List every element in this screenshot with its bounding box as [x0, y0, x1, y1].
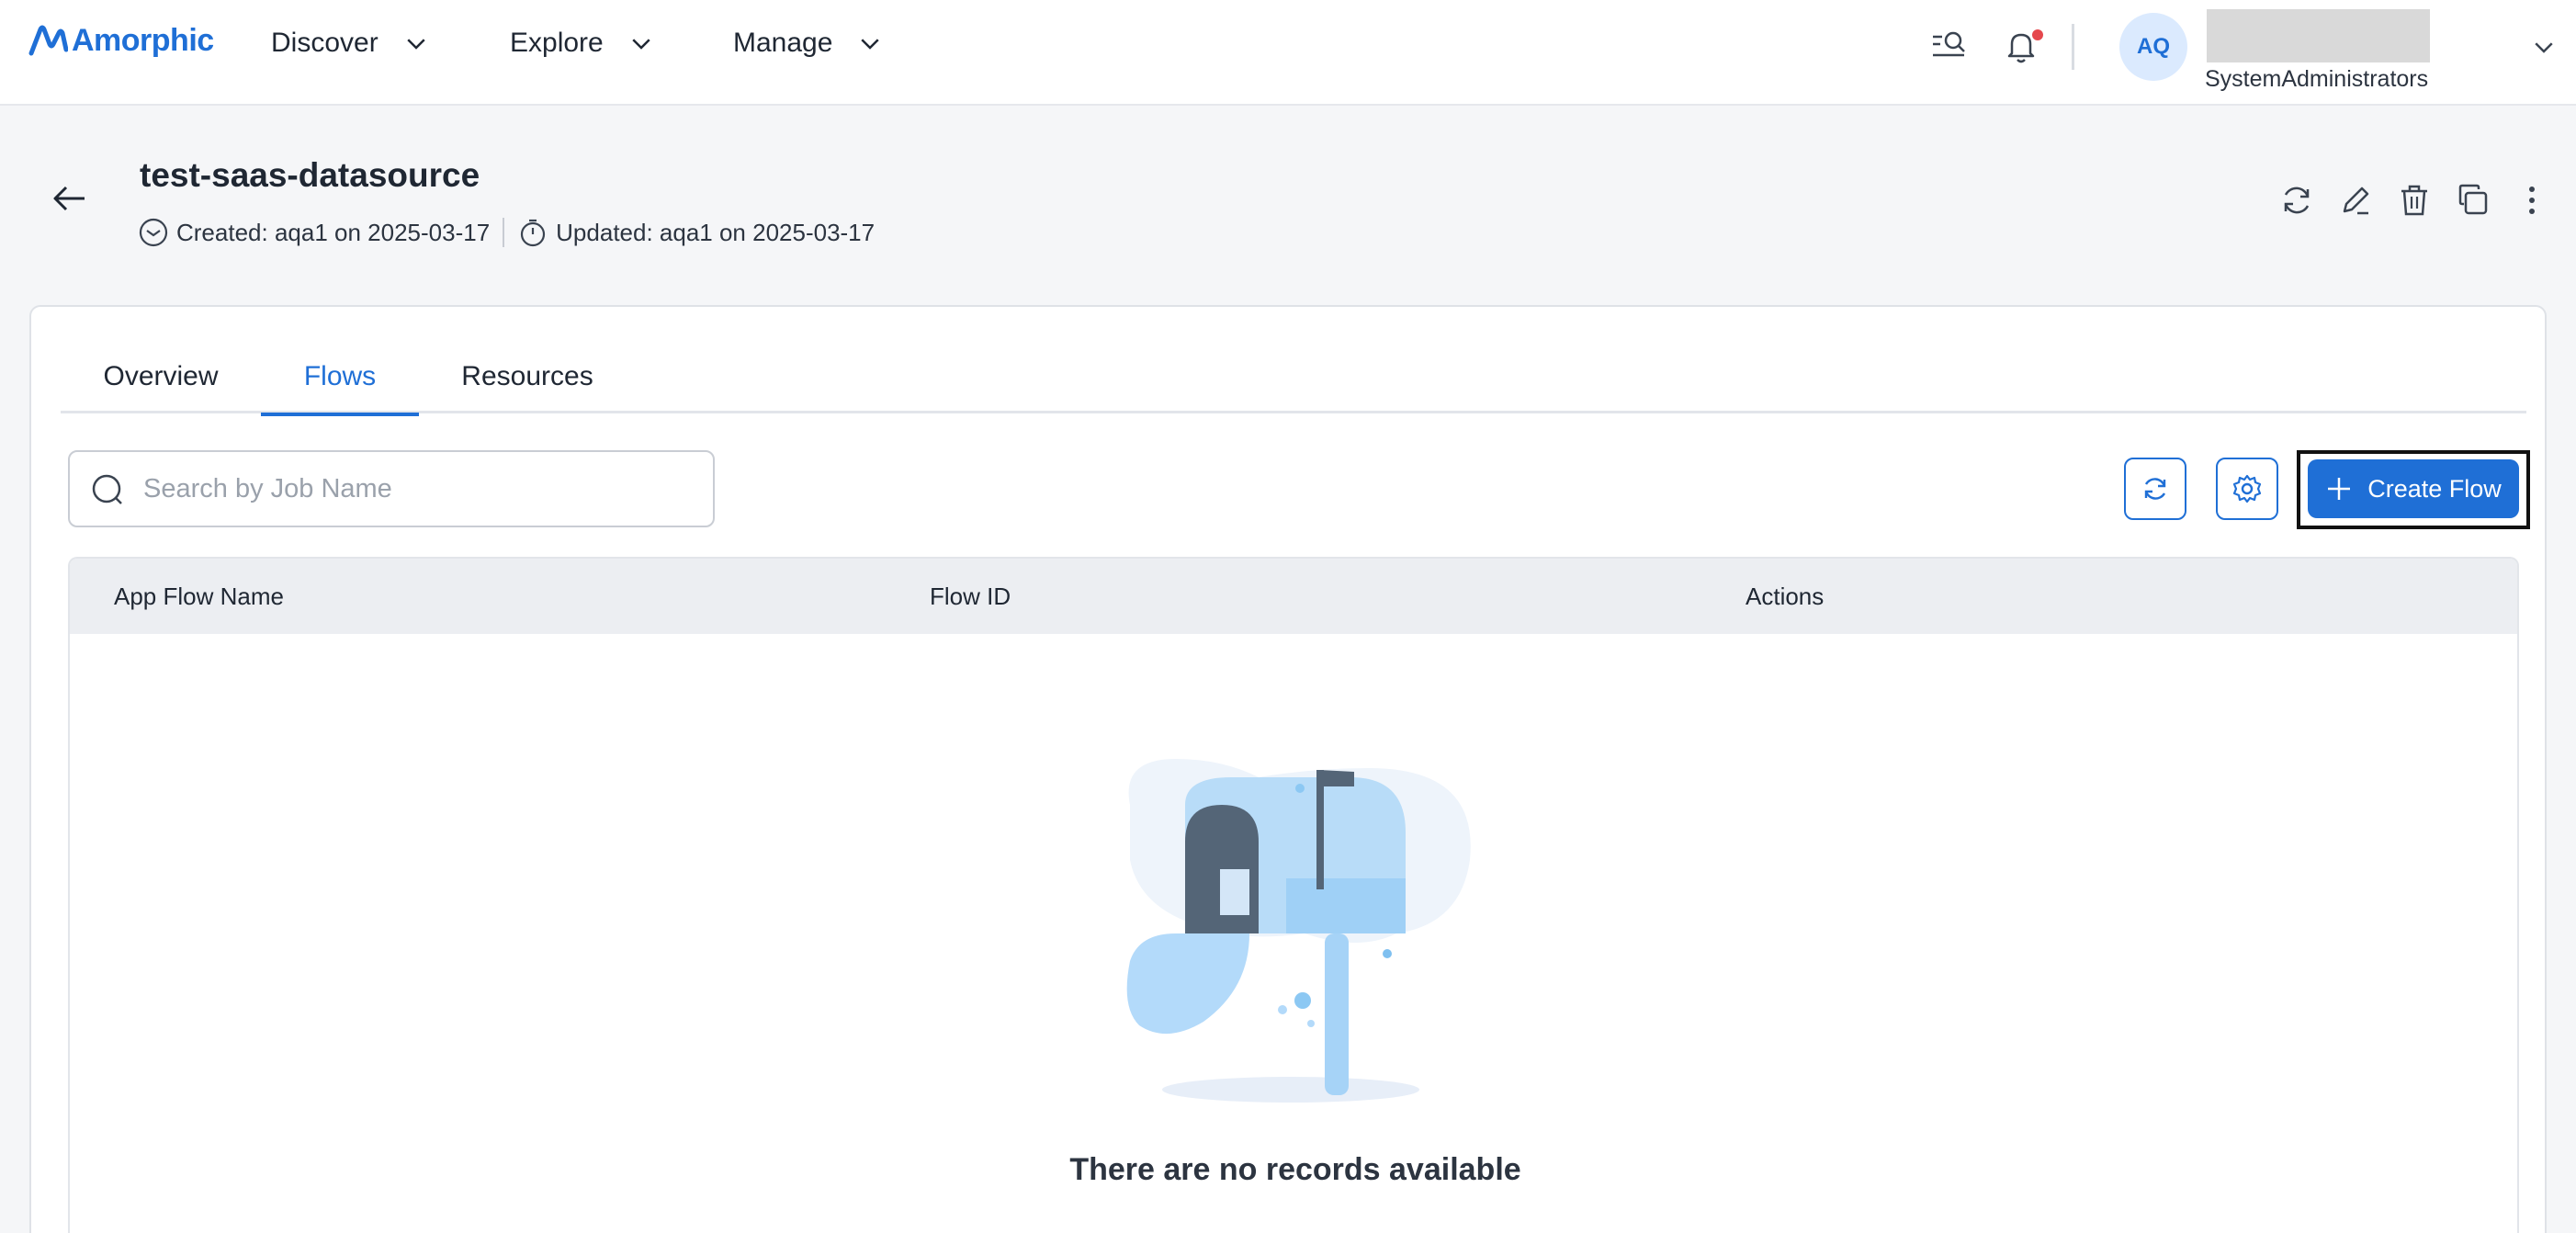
chevron-down-icon — [632, 39, 650, 50]
avatar[interactable]: AQ — [2119, 13, 2187, 81]
nav-manage[interactable]: Manage — [733, 28, 884, 59]
tab-flows[interactable]: Flows — [261, 340, 419, 416]
column-header-actions: Actions — [1746, 583, 1825, 610]
nav-discover[interactable]: Discover — [271, 28, 430, 59]
column-header-flow-id[interactable]: Flow ID — [930, 583, 1011, 611]
stopwatch-icon — [521, 219, 546, 247]
user-role: SystemAdministrators — [2205, 66, 2429, 92]
copy-icon[interactable] — [2453, 180, 2493, 221]
refresh-icon[interactable] — [2277, 180, 2317, 221]
back-arrow-icon[interactable] — [51, 182, 88, 215]
search-list-icon[interactable] — [1929, 26, 1970, 66]
chevron-down-icon[interactable] — [2530, 33, 2558, 61]
app-logo[interactable]: Amorphic — [28, 22, 214, 59]
nav-discover-label: Discover — [271, 28, 378, 58]
tab-overview[interactable]: Overview — [61, 340, 261, 413]
empty-state-message: There are no records available — [1069, 1152, 1521, 1187]
tab-resources[interactable]: Resources — [419, 340, 636, 413]
amorphic-logo-icon — [28, 25, 68, 56]
meta-divider — [503, 218, 505, 247]
page-meta: Created: aqa1 on 2025-03-17 Updated: aqa… — [138, 217, 875, 248]
nav-manage-label: Manage — [733, 28, 833, 58]
updated-info: Updated: aqa1 on 2025-03-17 — [556, 218, 876, 246]
chevron-down-icon — [861, 39, 880, 50]
create-flow-button[interactable]: Create Flow — [2308, 459, 2519, 518]
user-name-redacted — [2207, 9, 2430, 62]
divider — [2072, 24, 2074, 70]
create-flow-label: Create Flow — [2367, 474, 2502, 503]
search-icon — [92, 474, 122, 504]
plus-icon — [2328, 478, 2351, 500]
nav-explore-label: Explore — [510, 28, 604, 58]
tab-bar: Overview Flows Resources — [61, 340, 2526, 416]
column-header-app-flow-name[interactable]: App Flow Name — [114, 583, 284, 611]
clock-icon — [139, 218, 168, 247]
settings-button[interactable] — [2216, 458, 2278, 520]
refresh-icon — [2144, 478, 2166, 500]
edit-icon[interactable] — [2335, 180, 2376, 221]
settings-icon — [2232, 474, 2262, 503]
search-input[interactable] — [143, 452, 695, 526]
top-navigation-bar: Amorphic Discover Explore Manage AQ Syst… — [0, 0, 2576, 106]
search-box — [68, 450, 715, 527]
delete-icon[interactable] — [2394, 180, 2435, 221]
chevron-down-icon — [407, 39, 425, 50]
page-title: test-saas-datasource — [140, 156, 480, 194]
nav-explore[interactable]: Explore — [510, 28, 655, 59]
more-vertical-icon[interactable] — [2512, 180, 2552, 221]
notification-badge — [2032, 29, 2043, 40]
table-header: App Flow Name Flow ID Actions — [70, 559, 2517, 634]
empty-mailbox-illustration — [1126, 759, 1471, 1103]
created-info: Created: aqa1 on 2025-03-17 — [176, 218, 491, 246]
refresh-button[interactable] — [2124, 458, 2186, 520]
brand-name: Amorphic — [72, 22, 214, 58]
